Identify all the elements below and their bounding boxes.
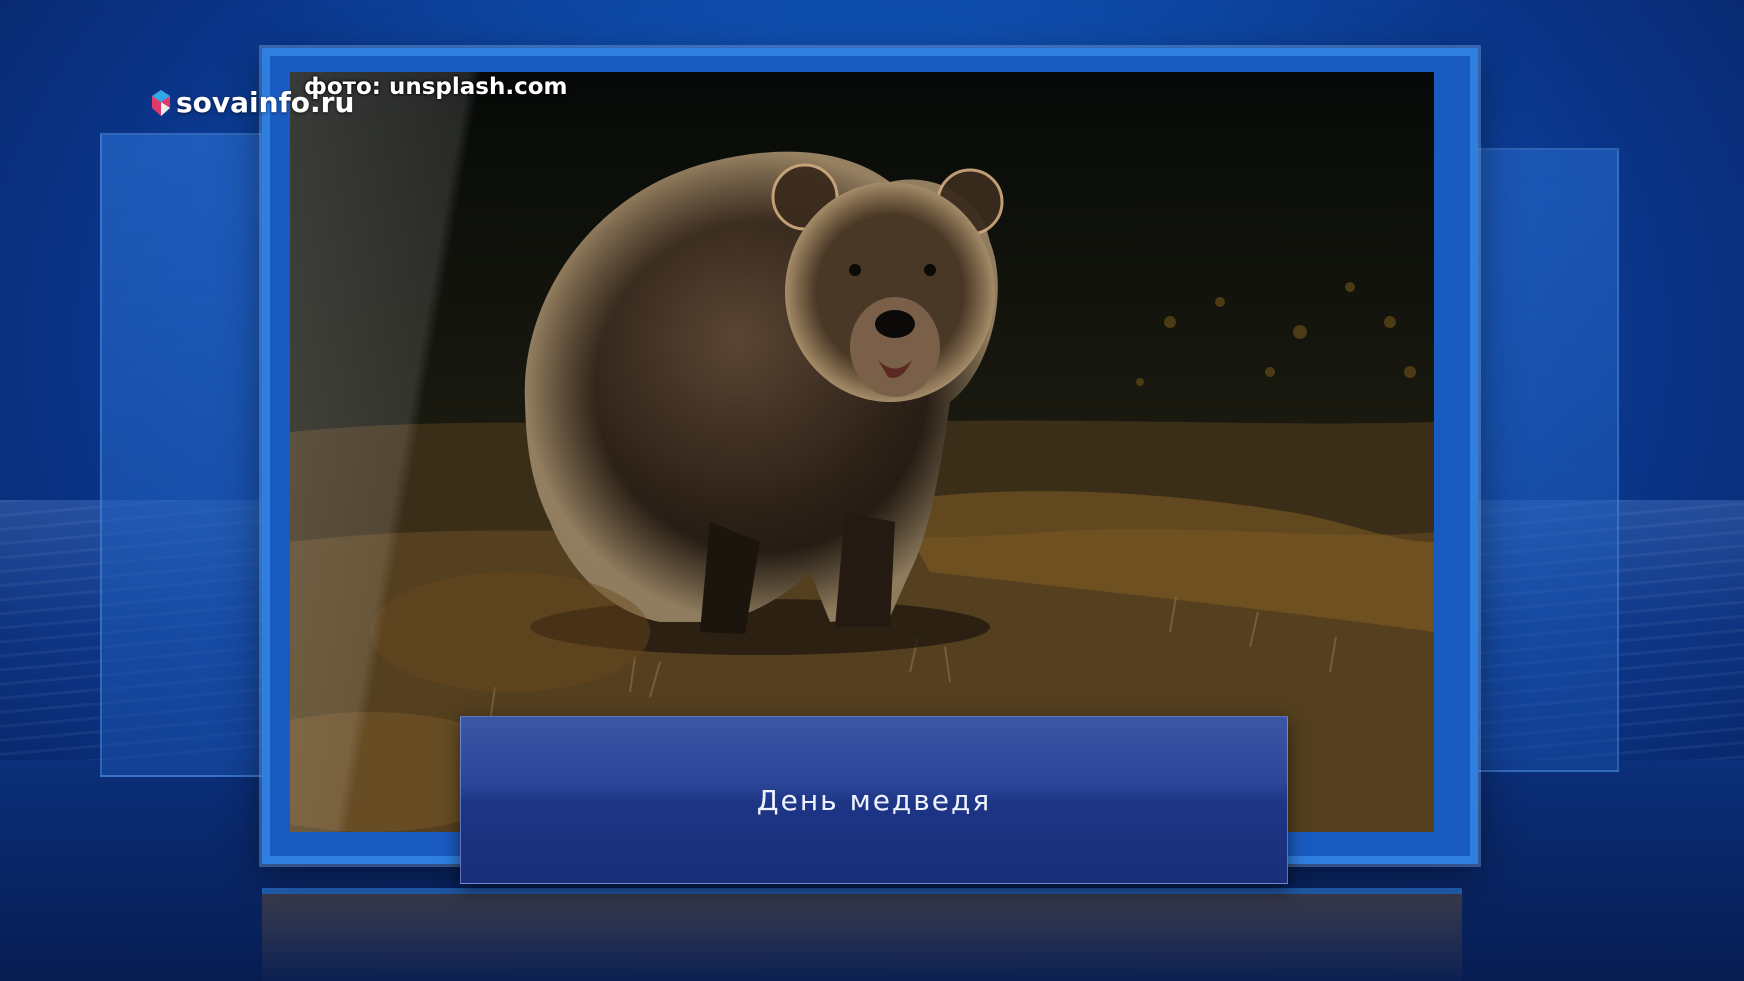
photo-credit: фото: unsplash.com [304, 74, 568, 100]
broadcast-stage: sovainfo.ru фото: unsplash.com День медв… [0, 0, 1744, 981]
caption-text: День медведя [756, 783, 992, 817]
frame-reflection [262, 888, 1462, 981]
background-panel-left [100, 133, 274, 777]
sova-logo-icon [152, 89, 170, 116]
caption-bar: День медведя [460, 716, 1288, 884]
